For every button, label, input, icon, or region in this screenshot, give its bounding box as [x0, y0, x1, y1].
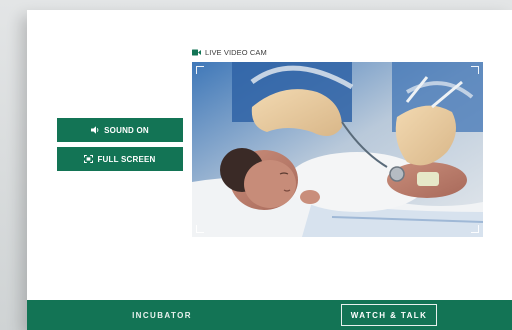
full-screen-label: FULL SCREEN: [97, 154, 156, 164]
full-screen-button[interactable]: FULL SCREEN: [57, 147, 183, 171]
frame-corner-bottom-right: [471, 225, 479, 233]
footer-nav: INCUBATOR WATCH & TALK: [27, 300, 512, 330]
newborn-video-image: [192, 62, 483, 237]
frame-corner-bottom-left: [196, 225, 204, 233]
sound-on-button[interactable]: SOUND ON: [57, 118, 183, 142]
tab-incubator[interactable]: INCUBATOR: [107, 300, 217, 330]
sound-on-label: SOUND ON: [104, 125, 149, 135]
expand-icon: [84, 155, 94, 163]
live-video-feed[interactable]: [192, 62, 483, 237]
live-video-cam-text: LIVE VIDEO CAM: [205, 47, 267, 57]
speaker-icon: [91, 126, 99, 134]
live-video-cam-label: LIVE VIDEO CAM: [192, 47, 267, 57]
frame-corner-top-right: [471, 66, 479, 74]
video-camera-icon: [192, 49, 201, 55]
frame-corner-top-left: [196, 66, 204, 74]
tab-watch-and-talk[interactable]: WATCH & TALK: [341, 304, 437, 326]
